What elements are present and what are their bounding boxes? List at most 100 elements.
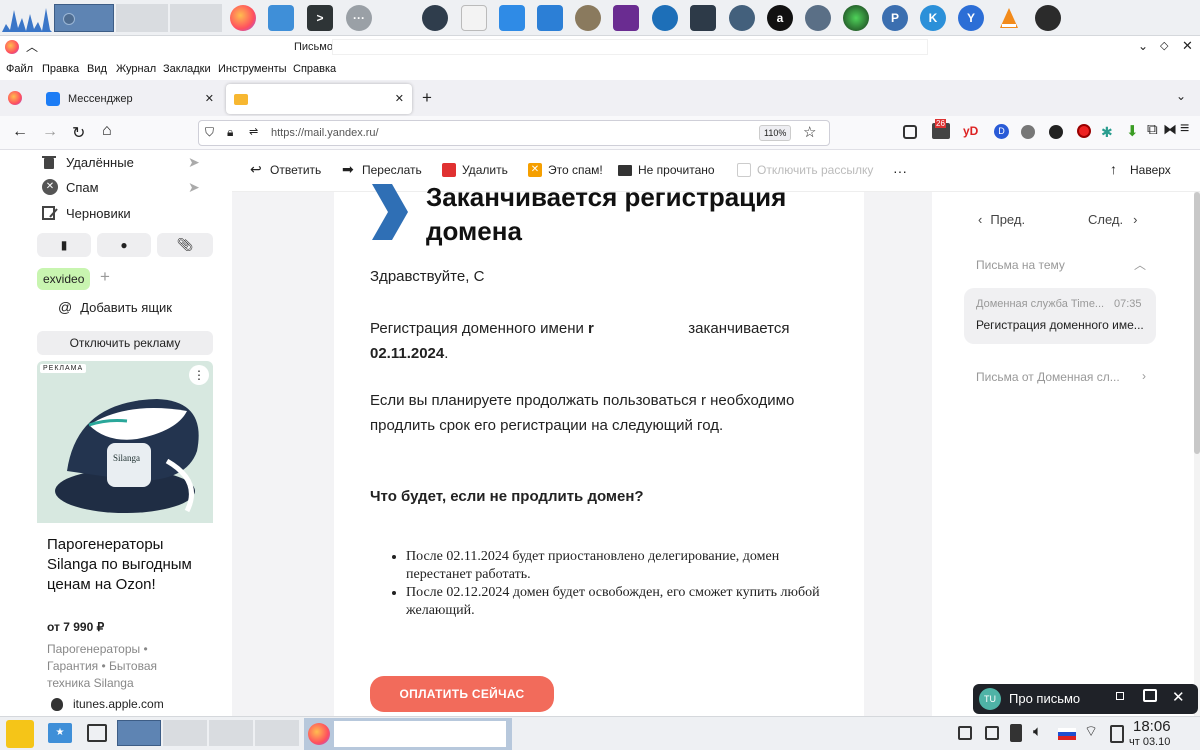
send-to-icon[interactable]: ➤ <box>188 179 200 196</box>
back-icon[interactable]: ← <box>12 123 28 141</box>
taskbar-workspace-2[interactable] <box>163 720 207 746</box>
chevron-up-icon[interactable]: ︿ <box>26 38 38 55</box>
yandex-disk-extension[interactable]: yD <box>963 124 978 138</box>
scrollbar[interactable] <box>1194 192 1200 716</box>
mark-unread-button[interactable]: Не прочитано <box>618 163 715 177</box>
headphones-icon[interactable] <box>652 5 678 31</box>
pocket-icon[interactable] <box>903 125 917 139</box>
menu-help[interactable]: Справка <box>293 63 336 75</box>
window-menu-chevron-icon[interactable]: ⌄ <box>1138 39 1148 53</box>
document-icon[interactable] <box>461 5 487 31</box>
purple-app-icon[interactable] <box>613 5 639 31</box>
forward-icon[interactable]: → <box>42 123 58 141</box>
taskbar-workspace-1[interactable] <box>117 720 161 746</box>
battery-icon[interactable] <box>1110 725 1124 743</box>
more-apps-icon[interactable]: ··· <box>346 5 372 31</box>
close-icon[interactable]: ✕ <box>1172 688 1185 706</box>
forward-button[interactable]: ➡ Переслать <box>342 162 422 177</box>
new-tab-icon[interactable]: + <box>422 88 432 108</box>
prev-message-button[interactable]: ‹ Пред. <box>978 212 1025 227</box>
menu-edit[interactable]: Правка <box>42 63 79 75</box>
disable-ads-button[interactable]: Отключить рекламу <box>37 331 213 355</box>
share-extension-icon[interactable]: ⧓ <box>1163 121 1177 138</box>
add-label-icon[interactable]: + <box>100 267 110 287</box>
minimize-icon[interactable] <box>1116 692 1124 700</box>
tab-close-icon[interactable]: ✕ <box>205 92 214 105</box>
video-editor-icon[interactable] <box>690 5 716 31</box>
home-icon[interactable]: ⌂ <box>102 122 112 140</box>
tab-messenger[interactable]: Мессенджер ✕ <box>38 84 222 114</box>
reply-button[interactable]: ↩ Ответить <box>250 162 321 177</box>
dark-ball-extension-icon[interactable] <box>1049 125 1063 139</box>
menu-tools[interactable]: Инструменты <box>218 63 287 75</box>
tab-close-icon[interactable]: ✕ <box>395 92 404 105</box>
taskbar-workspace-4[interactable] <box>255 720 299 746</box>
green-sphere-icon[interactable] <box>843 5 869 31</box>
more-actions-button[interactable]: ··· <box>893 163 907 179</box>
workspace-1[interactable] <box>54 4 114 32</box>
folder-star-icon[interactable]: ★ <box>48 723 72 743</box>
spam-button[interactable]: ✕ Это спам! <box>528 163 603 177</box>
text-editor-icon[interactable] <box>537 5 563 31</box>
ad-menu-icon[interactable]: ⋮ <box>189 365 209 385</box>
k-app-icon[interactable]: K <box>920 5 946 31</box>
colorful-extension-icon[interactable]: ✱ <box>1101 124 1113 141</box>
tab-list-icon[interactable]: ⌄ <box>1176 89 1186 103</box>
shield-app-icon[interactable] <box>1035 5 1061 31</box>
lock-icon[interactable]: 🔒︎ <box>227 125 233 140</box>
notes-tray-icon[interactable] <box>1010 724 1022 742</box>
menu-history[interactable]: Журнал <box>116 63 156 75</box>
folder-drafts[interactable]: Черновики <box>42 205 131 221</box>
menu-file[interactable]: Файл <box>6 63 33 75</box>
vlc-icon[interactable] <box>996 5 1022 31</box>
shield-icon[interactable]: ⛉ <box>205 125 214 140</box>
thread-header[interactable]: Письма на тему ︿ <box>976 258 1146 272</box>
a-app-icon[interactable]: a <box>767 5 793 31</box>
taskbar-workspace-3[interactable] <box>209 720 253 746</box>
app-dark-circle-icon[interactable] <box>422 5 448 31</box>
taskbar-firefox-window[interactable] <box>304 718 512 750</box>
delete-button[interactable]: Удалить <box>442 163 508 177</box>
url-text[interactable]: https://mail.yandex.ru/ <box>271 127 379 139</box>
window-float-icon[interactable]: ◇ <box>1160 39 1168 52</box>
folder-deleted[interactable]: Удалённые <box>42 154 134 170</box>
bookmark-star-icon[interactable]: ☆ <box>803 123 816 141</box>
next-message-button[interactable]: След. › <box>1088 212 1137 227</box>
wifi-icon[interactable]: ⌔ <box>1084 722 1098 741</box>
p-app-icon[interactable]: P <box>882 5 908 31</box>
app-menu-icon[interactable]: ≡ <box>1180 120 1189 138</box>
workspace-2[interactable] <box>116 4 168 32</box>
about-letter-popup[interactable]: TU Про письмо ✕ <box>973 684 1198 714</box>
folder-spam[interactable]: ✕ Спам <box>42 179 99 195</box>
yandex-browser-icon[interactable]: Y <box>958 5 984 31</box>
disk-burner-icon[interactable] <box>729 5 755 31</box>
clock-time[interactable]: 18:06 <box>1133 718 1171 735</box>
menu-view[interactable]: Вид <box>87 63 107 75</box>
show-desktop-icon[interactable] <box>87 724 107 742</box>
permissions-icon[interactable]: ⇌ <box>249 125 258 138</box>
package-icon[interactable] <box>499 5 525 31</box>
reload-icon[interactable]: ↻ <box>72 123 85 143</box>
keyboard-layout-flag-icon[interactable] <box>1058 728 1076 740</box>
ad-image[interactable]: РЕКЛАМА Silanga ⋮ <box>37 361 213 523</box>
extensions-icon[interactable]: ⧉ <box>1147 121 1158 138</box>
tab-mail[interactable]: ✕ <box>226 84 412 114</box>
clipboard-tray-icon[interactable] <box>958 726 972 740</box>
file-manager-icon[interactable] <box>268 5 294 31</box>
firefox-icon[interactable] <box>230 5 256 31</box>
download-extension-icon[interactable]: ⬇ <box>1126 122 1139 140</box>
base-alt-menu-icon[interactable] <box>6 720 34 748</box>
clock-date[interactable]: чт 03.10 <box>1129 736 1170 748</box>
from-sender-link[interactable]: Письма от Доменная сл... › <box>976 369 1146 384</box>
thread-item[interactable]: Доменная служба Time... 07:35 Регистраци… <box>964 288 1156 344</box>
gimp-icon[interactable] <box>575 5 601 31</box>
unsubscribe-button[interactable]: Отключить рассылку <box>737 163 873 177</box>
pay-now-button[interactable]: ОПЛАТИТЬ СЕЙЧАС <box>370 676 554 712</box>
menu-bookmarks[interactable]: Закладки <box>163 63 211 75</box>
window-close-icon[interactable]: ✕ <box>1182 38 1193 54</box>
volume-icon[interactable]: 🔈︎ <box>1033 723 1042 740</box>
dots-extension-icon[interactable] <box>1021 125 1035 139</box>
terminal-icon[interactable]: > <box>307 5 333 31</box>
maximize-icon[interactable] <box>1143 689 1157 702</box>
drive-tray-icon[interactable] <box>985 726 999 740</box>
